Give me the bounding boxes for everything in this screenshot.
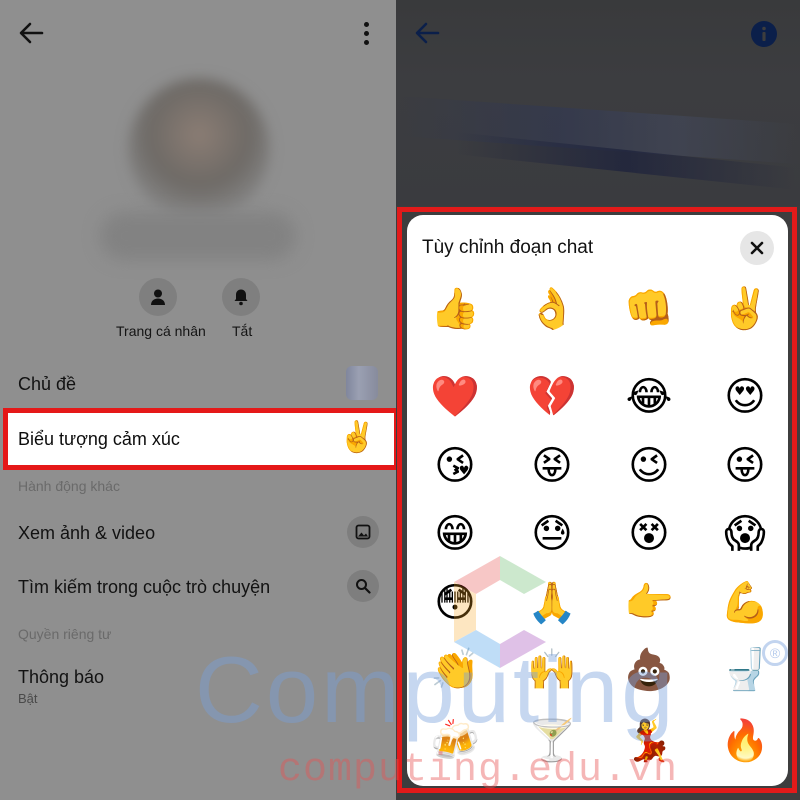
emoji-option[interactable]: 🔥 — [715, 711, 775, 771]
emoji-row-label: Biểu tượng cảm xúc — [18, 429, 180, 449]
bell-icon — [234, 289, 248, 306]
emoji-option[interactable]: 😝 — [522, 436, 582, 496]
back-arrow-icon[interactable] — [414, 20, 440, 46]
emoji-option[interactable]: 😳 — [425, 573, 485, 633]
emoji-option[interactable]: ✌️ — [715, 279, 775, 339]
emoji-option[interactable]: 🍸 — [522, 711, 582, 771]
privacy-header: Quyền riêng tư — [18, 626, 112, 642]
person-icon — [151, 289, 165, 305]
emoji-option[interactable]: 🙌 — [522, 640, 582, 700]
search-button[interactable] — [347, 570, 379, 602]
emoji-option[interactable]: 👌 — [522, 279, 582, 339]
emoji-option[interactable]: 😘 — [425, 436, 485, 496]
more-actions-header: Hành động khác — [18, 478, 120, 494]
emoji-option[interactable]: 😍 — [715, 367, 775, 427]
screen: Trang cá nhân Tắt Chủ đề Hành động khác … — [0, 0, 800, 800]
notifications-status: Bật — [18, 691, 38, 706]
emoji-option[interactable]: 😂 — [619, 367, 679, 427]
mute-button[interactable] — [222, 278, 260, 316]
notifications-row[interactable]: Thông báo — [18, 667, 104, 688]
emoji-option[interactable]: 💔 — [522, 367, 582, 427]
emoji-option[interactable]: 😜 — [715, 436, 775, 496]
chat-background — [396, 0, 800, 206]
media-row[interactable]: Xem ảnh & video — [18, 523, 155, 544]
emoji-option[interactable]: 😱 — [715, 504, 775, 564]
emoji-option[interactable]: 💃 — [619, 711, 679, 771]
emoji-option[interactable]: 👉 — [619, 573, 679, 633]
mute-label: Tắt — [232, 323, 253, 339]
contact-name-blurred — [100, 212, 296, 260]
search-row[interactable]: Tìm kiếm trong cuộc trò chuyện — [18, 577, 270, 598]
customize-sheet-highlight: Tùy chỉnh đoạn chat 👍 👌 👊 ✌️ ❤️ 💔 😂 😍 😘 😝 😉 😜 😁 😓 😵 😱 😳 🙏… — [397, 207, 797, 793]
emoji-option[interactable]: 👊 — [619, 279, 679, 339]
emoji-option[interactable]: 🚽 — [715, 640, 775, 700]
emoji-row-highlighted[interactable]: Biểu tượng cảm xúc ✌️ — [3, 408, 399, 470]
info-icon[interactable] — [751, 21, 777, 47]
current-emoji-icon: ✌️ — [338, 421, 376, 454]
theme-preview[interactable] — [346, 366, 378, 400]
emoji-option[interactable]: 👍 — [425, 279, 485, 339]
search-icon — [356, 579, 371, 594]
emoji-option[interactable]: 😓 — [522, 504, 582, 564]
emoji-grid: 👍 👌 👊 ✌️ ❤️ 💔 😂 😍 😘 😝 😉 😜 😁 😓 😵 😱 😳 🙏 👉 💪 👏 🙌 💩 🚽 🍻 🍸 💃 🔥 — [407, 275, 788, 786]
back-arrow-icon[interactable] — [18, 20, 44, 46]
emoji-option[interactable]: 😉 — [619, 436, 679, 496]
emoji-option[interactable]: 👏 — [425, 640, 485, 700]
profile-label: Trang cá nhân — [116, 323, 206, 339]
profile-button[interactable] — [139, 278, 177, 316]
emoji-option[interactable]: 😵 — [619, 504, 679, 564]
chat-panel: Tùy chỉnh đoạn chat 👍 👌 👊 ✌️ ❤️ 💔 😂 😍 😘 😝 😉 😜 😁 😓 😵 😱 😳 🙏… — [396, 0, 800, 800]
close-button[interactable] — [740, 231, 774, 265]
emoji-option[interactable]: ❤️ — [425, 367, 485, 427]
emoji-option[interactable]: 🙏 — [522, 573, 582, 633]
close-icon — [750, 241, 764, 255]
media-button[interactable] — [347, 516, 379, 548]
emoji-option[interactable]: 🍻 — [425, 711, 485, 771]
emoji-option[interactable]: 💪 — [715, 573, 775, 633]
customize-chat-sheet: Tùy chỉnh đoạn chat 👍 👌 👊 ✌️ ❤️ 💔 😂 😍 😘 😝 😉 😜 😁 😓 😵 😱 😳 🙏… — [407, 215, 788, 786]
emoji-option[interactable]: 💩 — [619, 640, 679, 700]
conversation-settings-panel: Trang cá nhân Tắt Chủ đề Hành động khác … — [0, 0, 396, 800]
top-bar — [0, 0, 396, 68]
sheet-title: Tùy chỉnh đoạn chat — [422, 237, 594, 258]
emoji-option[interactable]: 😁 — [425, 504, 485, 564]
theme-row[interactable]: Chủ đề — [18, 374, 76, 395]
image-icon — [355, 524, 371, 540]
avatar — [128, 78, 270, 220]
more-options-icon[interactable] — [364, 22, 370, 46]
